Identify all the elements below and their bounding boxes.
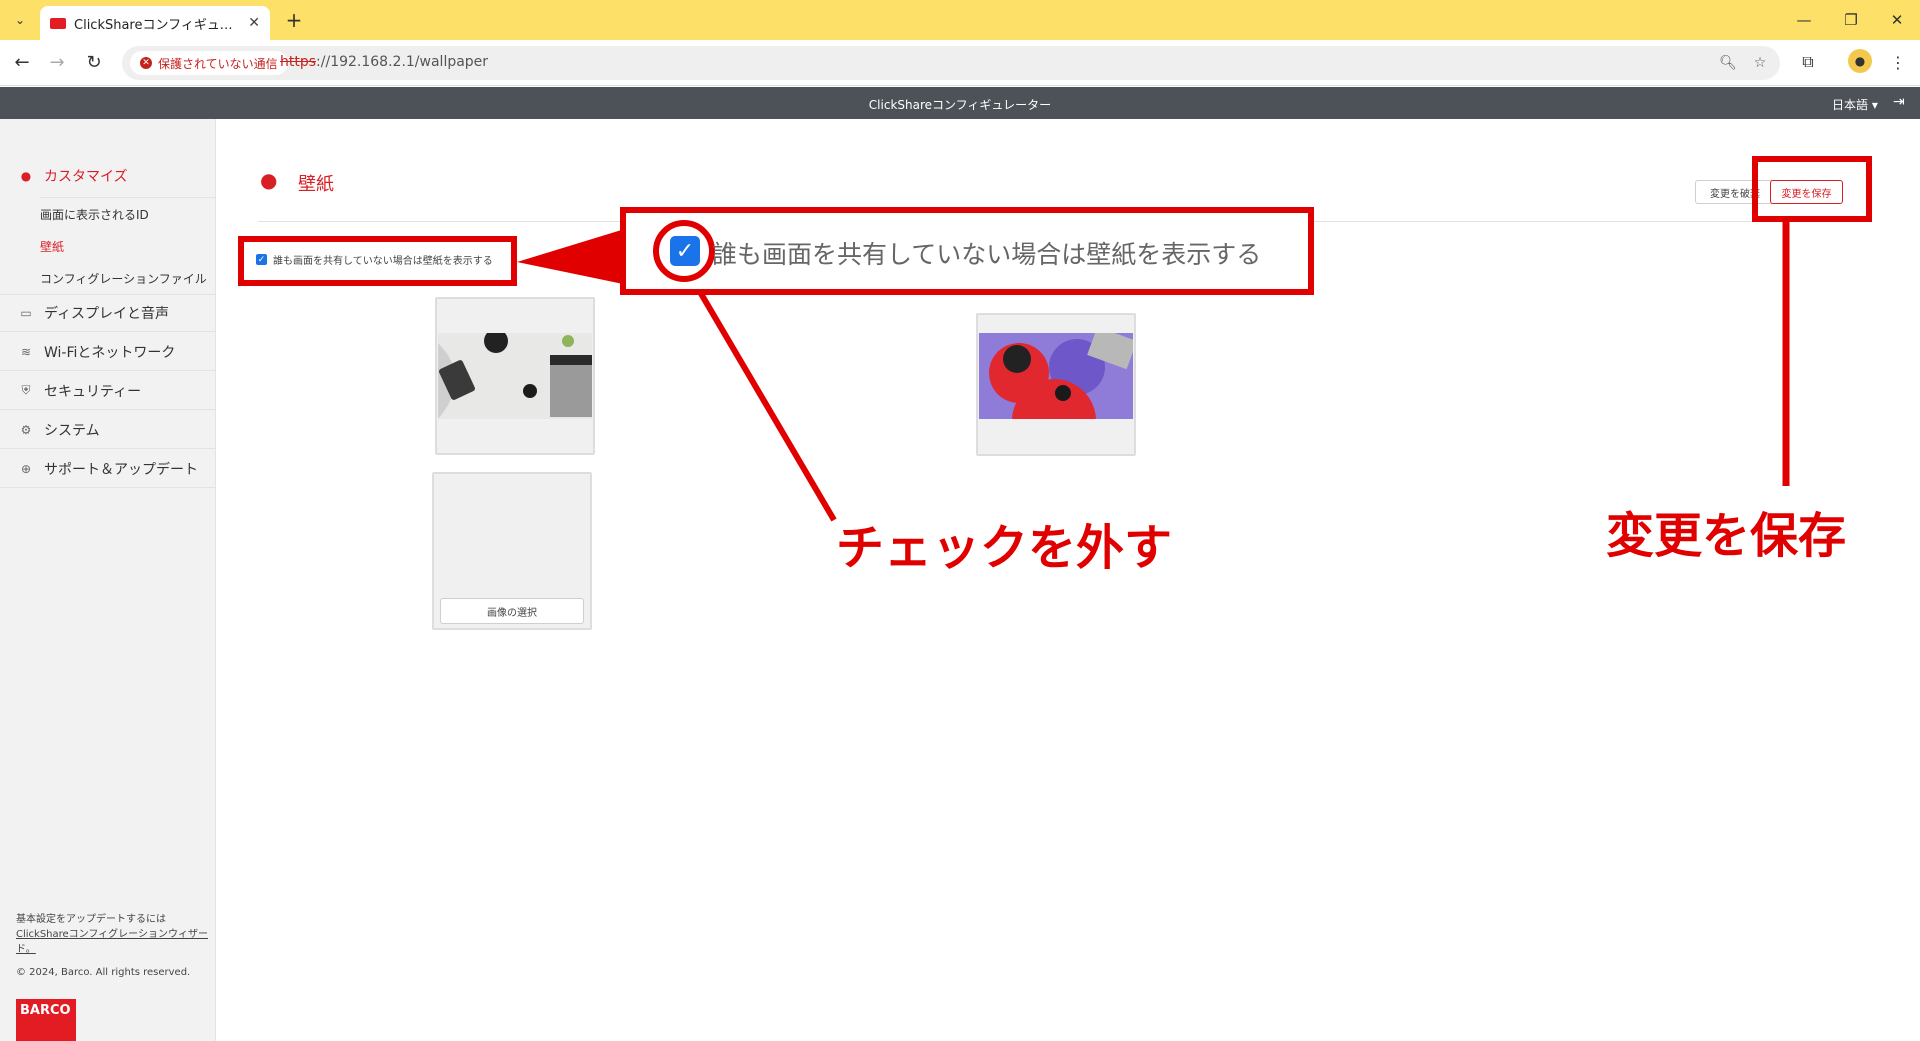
tab-search-chevron-icon[interactable]: ⌄ [10,10,30,30]
footer-text: 基本設定をアップデートするには [16,914,166,925]
wallpaper-image-desk [438,333,592,419]
browser-tab-bar: ⌄ ClickShareコンフィギュレーター - 壁紙 ✕ + — ❐ ✕ [0,0,1920,40]
url-text[interactable]: https://192.168.2.1/wallpaper [280,54,488,70]
security-warning-chip[interactable]: ✕ 保護されていない通信 [130,51,288,75]
back-arrow-icon[interactable]: ← [8,48,36,76]
security-warning-text: 保護されていない通信 [158,56,278,71]
wifi-icon: ≋ [20,344,32,359]
copyright-text: © 2024, Barco. All rights reserved. [16,967,191,978]
extensions-icon[interactable]: ⧉ [1794,48,1822,76]
warning-icon: ✕ [140,57,152,69]
callout-pointer [517,228,628,285]
wallpaper-purple-illustration [979,333,1133,419]
forward-arrow-icon[interactable]: → [43,48,71,76]
uncheck-arrow-line [690,278,837,522]
wallpaper-desk-illustration [438,333,592,419]
barco-favicon-icon [50,17,66,29]
sidebar-item-label: ディスプレイと音声 [44,306,170,322]
sidebar-item-label: セキュリティー [44,383,142,400]
user-icon: ● [260,168,278,192]
sidebar-item-support-update[interactable]: ⊕ サポート＆アップデート [0,450,216,488]
barco-logo: BARCO [16,999,76,1041]
sidebar-footer: 基本設定をアップデートするには ClickShareコンフィグレーションウィザー… [16,912,212,957]
address-bar[interactable]: ✕ 保護されていない通信 https://192.168.2.1/wallpap… [122,46,1780,80]
profile-avatar-icon[interactable]: ● [1848,49,1872,73]
zoom-callout-box: ✓ 誰も画面を共有していない場合は壁紙を表示する [620,207,1314,295]
sidebar: ● カスタマイズ 画面に表示されるID 壁紙 コンフィグレーションファイル ▭ … [0,119,216,1041]
new-tab-button[interactable]: + [282,8,306,32]
sidebar-item-label: カスタマイズ [44,169,128,185]
app-title: ClickShareコンフィギュレーター [868,98,1052,112]
sidebar-item-label: Wi-Fiとネットワーク [44,344,176,361]
wallpaper-thumbnail[interactable] [976,313,1136,456]
sidebar-item-label: システム [44,422,100,439]
sidebar-item-system[interactable]: ⚙ システム [0,411,216,449]
app-header: ClickShareコンフィギュレーター 日本語 ▾ ⇥ [0,87,1920,119]
user-icon: ● [20,169,32,183]
sidebar-subitem-config-file[interactable]: コンフィグレーションファイル [40,270,207,287]
zoomed-checkbox-label: 誰も画面を共有していない場合は壁紙を表示する [712,240,1262,269]
zoom-icon[interactable]: 🔍︎ [1717,52,1739,74]
select-image-button[interactable]: 画像の選択 [440,598,584,624]
wallpaper-image-purple [979,333,1133,419]
shield-icon: ⛨ [21,383,31,397]
sidebar-item-display-audio[interactable]: ▭ ディスプレイと音声 [0,294,216,332]
close-window-button[interactable]: ✕ [1885,8,1909,32]
language-dropdown[interactable]: 日本語 ▾ [1832,96,1878,113]
instruction-uncheck: チェックを外す [836,520,1173,576]
highlight-box-checkbox [238,236,517,286]
monitor-icon: ▭ [20,306,32,320]
instruction-save: 変更を保存 [1606,508,1847,564]
browser-menu-icon[interactable]: ⋮ [1884,48,1912,76]
logout-icon[interactable]: ⇥ [1893,94,1905,110]
url-path: ://192.168.2.1/wallpaper [316,54,489,70]
sidebar-subitem-wallpaper[interactable]: 壁紙 [40,238,64,255]
browser-tab[interactable]: ClickShareコンフィギュレーター - 壁紙 ✕ [40,6,270,40]
config-wizard-link[interactable]: ClickShareコンフィグレーションウィザード。 [16,929,208,955]
browser-toolbar: ← → ↻ ✕ 保護されていない通信 https://192.168.2.1/w… [0,40,1920,86]
sidebar-item-wifi-network[interactable]: ≋ Wi-Fiとネットワーク [0,333,216,371]
sidebar-item-label: サポート＆アップデート [44,461,198,478]
divider [40,197,216,198]
sidebar-item-security[interactable]: ⛨ セキュリティー [0,372,216,410]
tab-close-icon[interactable]: ✕ [248,15,260,31]
custom-wallpaper-slot: 画像の選択 [432,472,592,630]
highlight-box-save [1752,156,1872,222]
restore-button[interactable]: ❐ [1839,8,1863,32]
url-protocol: https [280,54,317,70]
tab-title: ClickShareコンフィギュレーター - 壁紙 [74,17,240,33]
sidebar-item-customize[interactable]: ● カスタマイズ [0,157,216,195]
minimize-button[interactable]: — [1792,8,1816,32]
page-title: 壁紙 [298,174,334,195]
gear-icon: ⚙ [20,422,32,437]
wallpaper-thumbnail[interactable] [435,297,595,455]
globe-icon: ⊕ [20,461,32,476]
highlight-circle [653,220,715,282]
sidebar-subitem-screen-id[interactable]: 画面に表示されるID [40,206,149,223]
reload-icon[interactable]: ↻ [80,48,108,76]
bookmark-star-icon[interactable]: ☆ [1749,52,1771,74]
